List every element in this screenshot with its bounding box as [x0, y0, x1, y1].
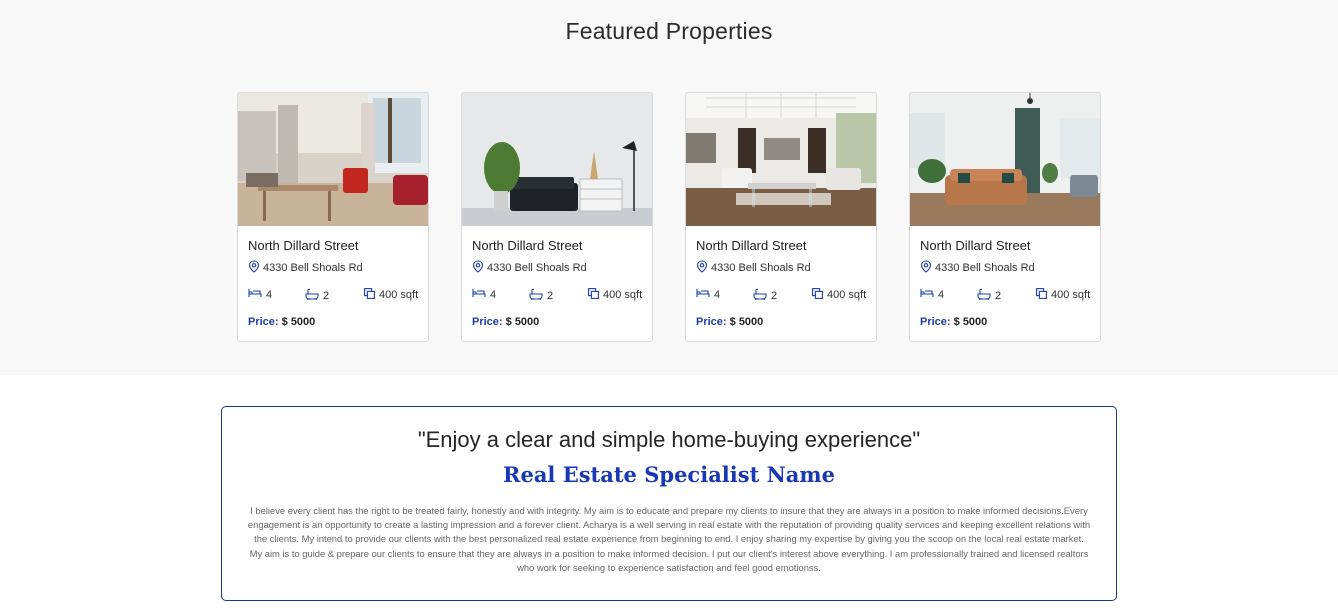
bed-icon	[696, 288, 710, 301]
price-value: $ 5000	[953, 316, 988, 328]
testimonial-box: "Enjoy a clear and simple home-buying ex…	[221, 406, 1117, 601]
area-info: 400 sqft	[1036, 288, 1090, 302]
bathtub-icon	[977, 288, 991, 303]
baths-count: 2	[771, 289, 778, 302]
featured-properties-section: Featured Properties North Dillard Street…	[0, 0, 1338, 375]
area-icon	[588, 288, 599, 302]
price-label: Price:	[248, 316, 279, 328]
beds-info: 4	[696, 288, 720, 301]
property-name[interactable]: North Dillard Street	[472, 238, 583, 253]
beds-info: 4	[472, 288, 496, 301]
property-address: 4330 Bell Shoals Rd	[920, 260, 1035, 276]
baths-info: 2	[977, 288, 1001, 303]
property-address: 4330 Bell Shoals Rd	[472, 260, 587, 276]
price-value: $ 5000	[505, 316, 540, 328]
property-name[interactable]: North Dillard Street	[920, 238, 1031, 253]
address-text: 4330 Bell Shoals Rd	[935, 262, 1035, 274]
property-price: Price: $ 5000	[472, 316, 539, 328]
property-address: 4330 Bell Shoals Rd	[248, 260, 363, 276]
beds-count: 4	[714, 288, 721, 301]
property-image[interactable]	[910, 93, 1100, 226]
price-value: $ 5000	[281, 316, 316, 328]
bathtub-icon	[753, 288, 767, 303]
location-pin-icon	[920, 260, 932, 276]
property-name[interactable]: North Dillard Street	[248, 238, 359, 253]
area-value: 400 sqft	[1051, 289, 1091, 301]
beds-count: 4	[938, 288, 945, 301]
property-card[interactable]: North Dillard Street 4330 Bell Shoals Rd…	[685, 92, 877, 342]
specialist-bio: I believe every client has the right to …	[247, 505, 1091, 573]
bed-icon	[472, 288, 486, 301]
bed-icon	[920, 288, 934, 301]
baths-count: 2	[995, 289, 1002, 302]
property-card[interactable]: North Dillard Street 4330 Bell Shoals Rd…	[909, 92, 1101, 342]
location-pin-icon	[696, 260, 708, 276]
property-image[interactable]	[238, 93, 428, 226]
testimonial-quote: "Enjoy a clear and simple home-buying ex…	[417, 427, 921, 452]
property-image[interactable]	[462, 93, 652, 226]
area-icon	[812, 288, 823, 302]
area-value: 400 sqft	[603, 289, 643, 301]
property-card[interactable]: North Dillard Street 4330 Bell Shoals Rd…	[461, 92, 653, 342]
property-card[interactable]: North Dillard Street 4330 Bell Shoals Rd…	[237, 92, 429, 342]
baths-count: 2	[323, 289, 330, 302]
area-icon	[1036, 288, 1047, 302]
bed-icon	[248, 288, 262, 301]
address-text: 4330 Bell Shoals Rd	[711, 262, 811, 274]
price-value: $ 5000	[729, 316, 764, 328]
beds-count: 4	[490, 288, 497, 301]
baths-info: 2	[305, 288, 329, 303]
property-price: Price: $ 5000	[920, 316, 987, 328]
bathtub-icon	[529, 288, 543, 303]
price-label: Price:	[696, 316, 727, 328]
property-price: Price: $ 5000	[696, 316, 763, 328]
property-address: 4330 Bell Shoals Rd	[696, 260, 811, 276]
address-text: 4330 Bell Shoals Rd	[487, 262, 587, 274]
area-info: 400 sqft	[812, 288, 866, 302]
property-image[interactable]	[686, 93, 876, 226]
property-name[interactable]: North Dillard Street	[696, 238, 807, 253]
specialist-name: Real Estate Specialist Name	[503, 462, 835, 487]
price-label: Price:	[472, 316, 503, 328]
baths-info: 2	[753, 288, 777, 303]
area-info: 400 sqft	[588, 288, 642, 302]
location-pin-icon	[472, 260, 484, 276]
area-value: 400 sqft	[827, 289, 867, 301]
area-value: 400 sqft	[379, 289, 419, 301]
area-info: 400 sqft	[364, 288, 418, 302]
bathtub-icon	[305, 288, 319, 303]
location-pin-icon	[248, 260, 260, 276]
baths-info: 2	[529, 288, 553, 303]
price-label: Price:	[920, 316, 951, 328]
beds-info: 4	[248, 288, 272, 301]
address-text: 4330 Bell Shoals Rd	[263, 262, 363, 274]
section-title: Featured Properties	[565, 18, 773, 44]
baths-count: 2	[547, 289, 554, 302]
area-icon	[364, 288, 375, 302]
beds-count: 4	[266, 288, 273, 301]
beds-info: 4	[920, 288, 944, 301]
property-price: Price: $ 5000	[248, 316, 315, 328]
